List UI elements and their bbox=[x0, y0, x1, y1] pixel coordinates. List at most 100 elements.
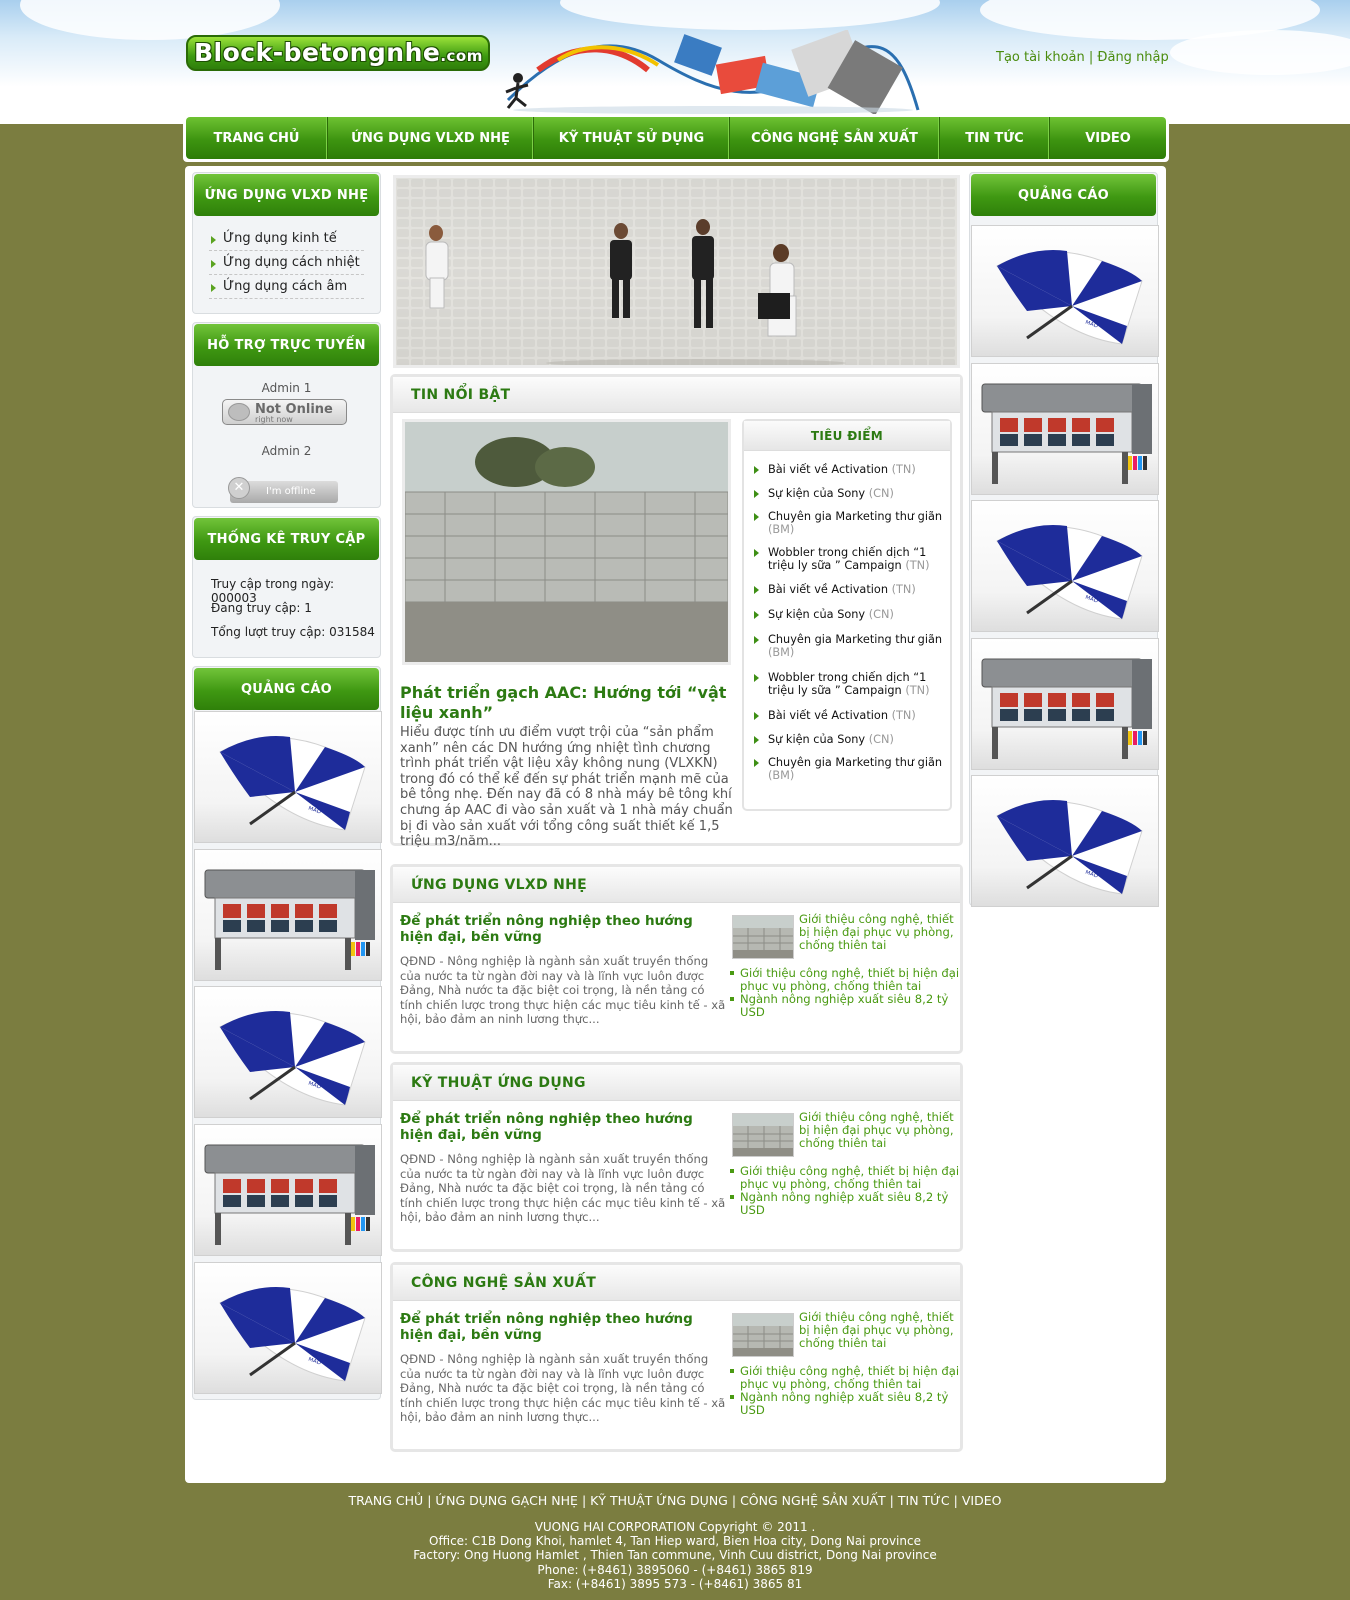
related-list-item[interactable]: Giới thiệu công nghệ, thiết bị hiện đại … bbox=[728, 967, 960, 993]
footer-link[interactable]: TIN TỨC bbox=[898, 1493, 950, 1508]
focus-item-tag: (TN) bbox=[891, 709, 916, 722]
focus-item[interactable]: Bài viết về Activation (TN) bbox=[754, 583, 944, 596]
section-article-title[interactable]: Để phát triển nông nghiệp theo hướng hiệ… bbox=[400, 1111, 728, 1143]
printer-ad-tile[interactable] bbox=[194, 849, 382, 981]
printer-ad-image bbox=[204, 869, 375, 970]
footer-phone: Phone: (+8461) 3895060 - (+8461) 3865 81… bbox=[537, 1562, 813, 1577]
admin1-status-button[interactable]: Not Online right now bbox=[222, 399, 347, 425]
focus-item-tag: (BM) bbox=[768, 769, 795, 782]
focus-item-tag: (TN) bbox=[891, 463, 916, 476]
section-panel: CÔNG NGHỆ SẢN XUẤT Để phát triển nông ngh… bbox=[390, 1262, 963, 1452]
focus-item[interactable]: Bài viết về Activation (TN) bbox=[754, 709, 944, 722]
support-box-title: HỖ TRỢ TRỰC TUYẾN bbox=[194, 324, 379, 366]
umbrella-ad-tile[interactable]: ᴹᴬᴰ bbox=[194, 1262, 382, 1394]
cloud-decoration bbox=[1170, 30, 1350, 75]
apps-list-item[interactable]: Ứng dụng cách âm bbox=[209, 275, 364, 299]
focus-item-tag: (TN) bbox=[891, 583, 916, 596]
nav-item-applications[interactable]: ỨNG DỤNG VLXD NHẸ bbox=[328, 117, 534, 159]
related-main-link[interactable]: Giới thiệu công nghệ, thiết bị hiện đại … bbox=[799, 1311, 959, 1350]
logo-suffix: .com bbox=[440, 47, 483, 65]
focus-item-text: Bài viết về Activation bbox=[768, 463, 888, 476]
login-link[interactable]: Đăng nhập bbox=[1097, 50, 1168, 65]
focus-item[interactable]: Wobbler trong chiến dịch “1 triệu ly sữa… bbox=[754, 671, 944, 697]
related-list-item[interactable]: Giới thiệu công nghệ, thiết bị hiện đại … bbox=[728, 1165, 960, 1191]
focus-item[interactable]: Chuyên gia Marketing thư giãn (BM) bbox=[754, 756, 944, 782]
footer-link[interactable]: CÔNG NGHỆ SẢN XUẤT bbox=[740, 1493, 886, 1508]
focus-item[interactable]: Chuyên gia Marketing thư giãn (BM) bbox=[754, 633, 944, 659]
related-list-item[interactable]: Ngành nông nghiệp xuất siêu 8,2 tỷ USD bbox=[728, 993, 960, 1019]
footer-factory: Factory: Ong Huong Hamlet , Thien Tan co… bbox=[413, 1548, 937, 1563]
footer-separator: | bbox=[889, 1493, 894, 1508]
focus-item[interactable]: Bài viết về Activation (TN) bbox=[754, 463, 944, 476]
focus-item-text: Bài viết về Activation bbox=[768, 709, 888, 722]
section-article-title[interactable]: Để phát triển nông nghiệp theo hướng hiệ… bbox=[400, 1311, 728, 1343]
section-title: ỨNG DỤNG VLXD NHẸ bbox=[393, 867, 960, 903]
printer-ad-tile[interactable] bbox=[971, 363, 1159, 495]
account-separator: | bbox=[1088, 50, 1094, 65]
focus-item[interactable]: Sự kiện của Sony (CN) bbox=[754, 608, 944, 621]
printer-ad-tile[interactable] bbox=[194, 1124, 382, 1256]
featured-panel: TIN NỔI BẬT Phát triển gạch AAC: Hướng t… bbox=[390, 374, 963, 849]
umbrella-ad-tile[interactable]: ᴹᴬᴰ bbox=[194, 711, 382, 843]
related-list-item[interactable]: Giới thiệu công nghệ, thiết bị hiện đại … bbox=[728, 1365, 960, 1391]
related-list-item[interactable]: Ngành nông nghiệp xuất siêu 8,2 tỷ USD bbox=[728, 1191, 960, 1217]
focus-item[interactable]: Chuyên gia Marketing thư giãn (BM) bbox=[754, 510, 944, 536]
support-box: HỖ TRỢ TRỰC TUYẾN Admin 1 Not Online rig… bbox=[192, 322, 381, 508]
section-article-title[interactable]: Để phát triển nông nghiệp theo hướng hiệ… bbox=[400, 913, 728, 945]
related-main-link[interactable]: Giới thiệu công nghệ, thiết bị hiện đại … bbox=[799, 1111, 959, 1150]
cloud-decoration bbox=[20, 0, 280, 40]
umbrella-ad-tile[interactable]: ᴹᴬᴰ bbox=[971, 225, 1159, 357]
umbrella-ad-image: ᴹᴬᴰ bbox=[219, 1011, 366, 1106]
focus-item[interactable]: Wobbler trong chiến dịch “1 triệu ly sữa… bbox=[754, 546, 944, 572]
related-thumbnail[interactable] bbox=[732, 915, 794, 959]
umbrella-ad-image: ᴹᴬᴰ bbox=[219, 1287, 366, 1382]
footer-office: Office: C1B Dong Khoi, hamlet 4, Tan Hie… bbox=[429, 1534, 921, 1549]
stat-online: Đang truy cập: 1 bbox=[211, 601, 312, 615]
umbrella-ad-tile[interactable]: ᴹᴬᴰ bbox=[971, 775, 1159, 907]
section-panel: KỸ THUẬT ỨNG DỤNG Để phát triển nông nghi… bbox=[390, 1062, 963, 1252]
focus-item-tag: (CN) bbox=[868, 733, 894, 746]
nav-item-home[interactable]: TRANG CHỦ bbox=[186, 117, 328, 159]
printer-ad-image bbox=[981, 383, 1152, 484]
footer-link[interactable]: VIDEO bbox=[962, 1493, 1002, 1508]
nav-item-video[interactable]: VIDEO bbox=[1050, 117, 1166, 159]
related-main-link[interactable]: Giới thiệu công nghệ, thiết bị hiện đại … bbox=[799, 913, 959, 952]
site-logo[interactable]: Block-betongnhe.com bbox=[186, 35, 490, 71]
apps-list-item[interactable]: Ứng dụng kinh tế bbox=[209, 227, 364, 251]
focus-item-tag: (BM) bbox=[768, 646, 795, 659]
footer-link[interactable]: KỸ THUẬT ỨNG DỤNG bbox=[590, 1493, 728, 1508]
register-link[interactable]: Tạo tài khoản bbox=[996, 50, 1085, 65]
section-article-desc: QĐND - Nông nghiệp là ngành sản xuất tru… bbox=[400, 1352, 726, 1424]
featured-article-title[interactable]: Phát triển gạch AAC: Hướng tới “vật liệu… bbox=[400, 683, 736, 723]
focus-box: TIÊU ĐIỂM Bài viết về Activation (TN) Sự … bbox=[742, 419, 952, 811]
printer-ad-tile[interactable] bbox=[971, 638, 1159, 770]
related-list-item[interactable]: Ngành nông nghiệp xuất siêu 8,2 tỷ USD bbox=[728, 1391, 960, 1417]
umbrella-ad-tile[interactable]: ᴹᴬᴰ bbox=[971, 500, 1159, 632]
nav-item-production[interactable]: CÔNG NGHỆ SẢN XUẤT bbox=[730, 117, 940, 159]
footer-link[interactable]: ỨNG DỤNG GẠCH NHẸ bbox=[435, 1493, 578, 1508]
umbrella-ad-tile[interactable]: ᴹᴬᴰ bbox=[194, 986, 382, 1118]
related-thumbnail[interactable] bbox=[732, 1313, 794, 1357]
featured-article-image[interactable] bbox=[402, 419, 731, 665]
business-people-illustration bbox=[396, 178, 957, 365]
apps-list-item[interactable]: Ứng dụng cách nhiệt bbox=[209, 251, 364, 275]
nav-item-news[interactable]: TIN TỨC bbox=[940, 117, 1050, 159]
focus-item[interactable]: Sự kiện của Sony (CN) bbox=[754, 487, 944, 500]
site-header: Block-betongnhe.com Tạo tài khoản | Đăng… bbox=[0, 0, 1350, 124]
focus-title: TIÊU ĐIỂM bbox=[744, 421, 950, 451]
admin2-label: Admin 2 bbox=[261, 444, 312, 458]
umbrella-ad-image: ᴹᴬᴰ bbox=[219, 736, 366, 831]
related-thumbnail[interactable] bbox=[732, 1113, 794, 1157]
apps-box: ỨNG DỤNG VLXD NHẸ Ứng dụng kinh tế Ứng d… bbox=[192, 172, 381, 314]
focus-item[interactable]: Sự kiện của Sony (CN) bbox=[754, 733, 944, 746]
hero-banner-image bbox=[393, 175, 960, 368]
admin2-status-button[interactable]: ✕ I'm offline bbox=[228, 477, 338, 503]
footer-link[interactable]: TRANG CHỦ bbox=[349, 1493, 424, 1508]
nav-item-techniques[interactable]: KỸ THUẬT SỬ DỤNG bbox=[534, 117, 730, 159]
focus-item-text: Sự kiện của Sony bbox=[768, 733, 866, 746]
stats-box: THỐNG KÊ TRUY CẬP Truy cập trong ngày: 0… bbox=[192, 516, 381, 658]
related-list: Giới thiệu công nghệ, thiết bị hiện đại … bbox=[728, 1365, 960, 1417]
focus-item-tag: (TN) bbox=[905, 684, 930, 697]
stats-box-title: THỐNG KÊ TRUY CẬP bbox=[194, 518, 379, 560]
focus-item-tag: (BM) bbox=[768, 523, 795, 536]
